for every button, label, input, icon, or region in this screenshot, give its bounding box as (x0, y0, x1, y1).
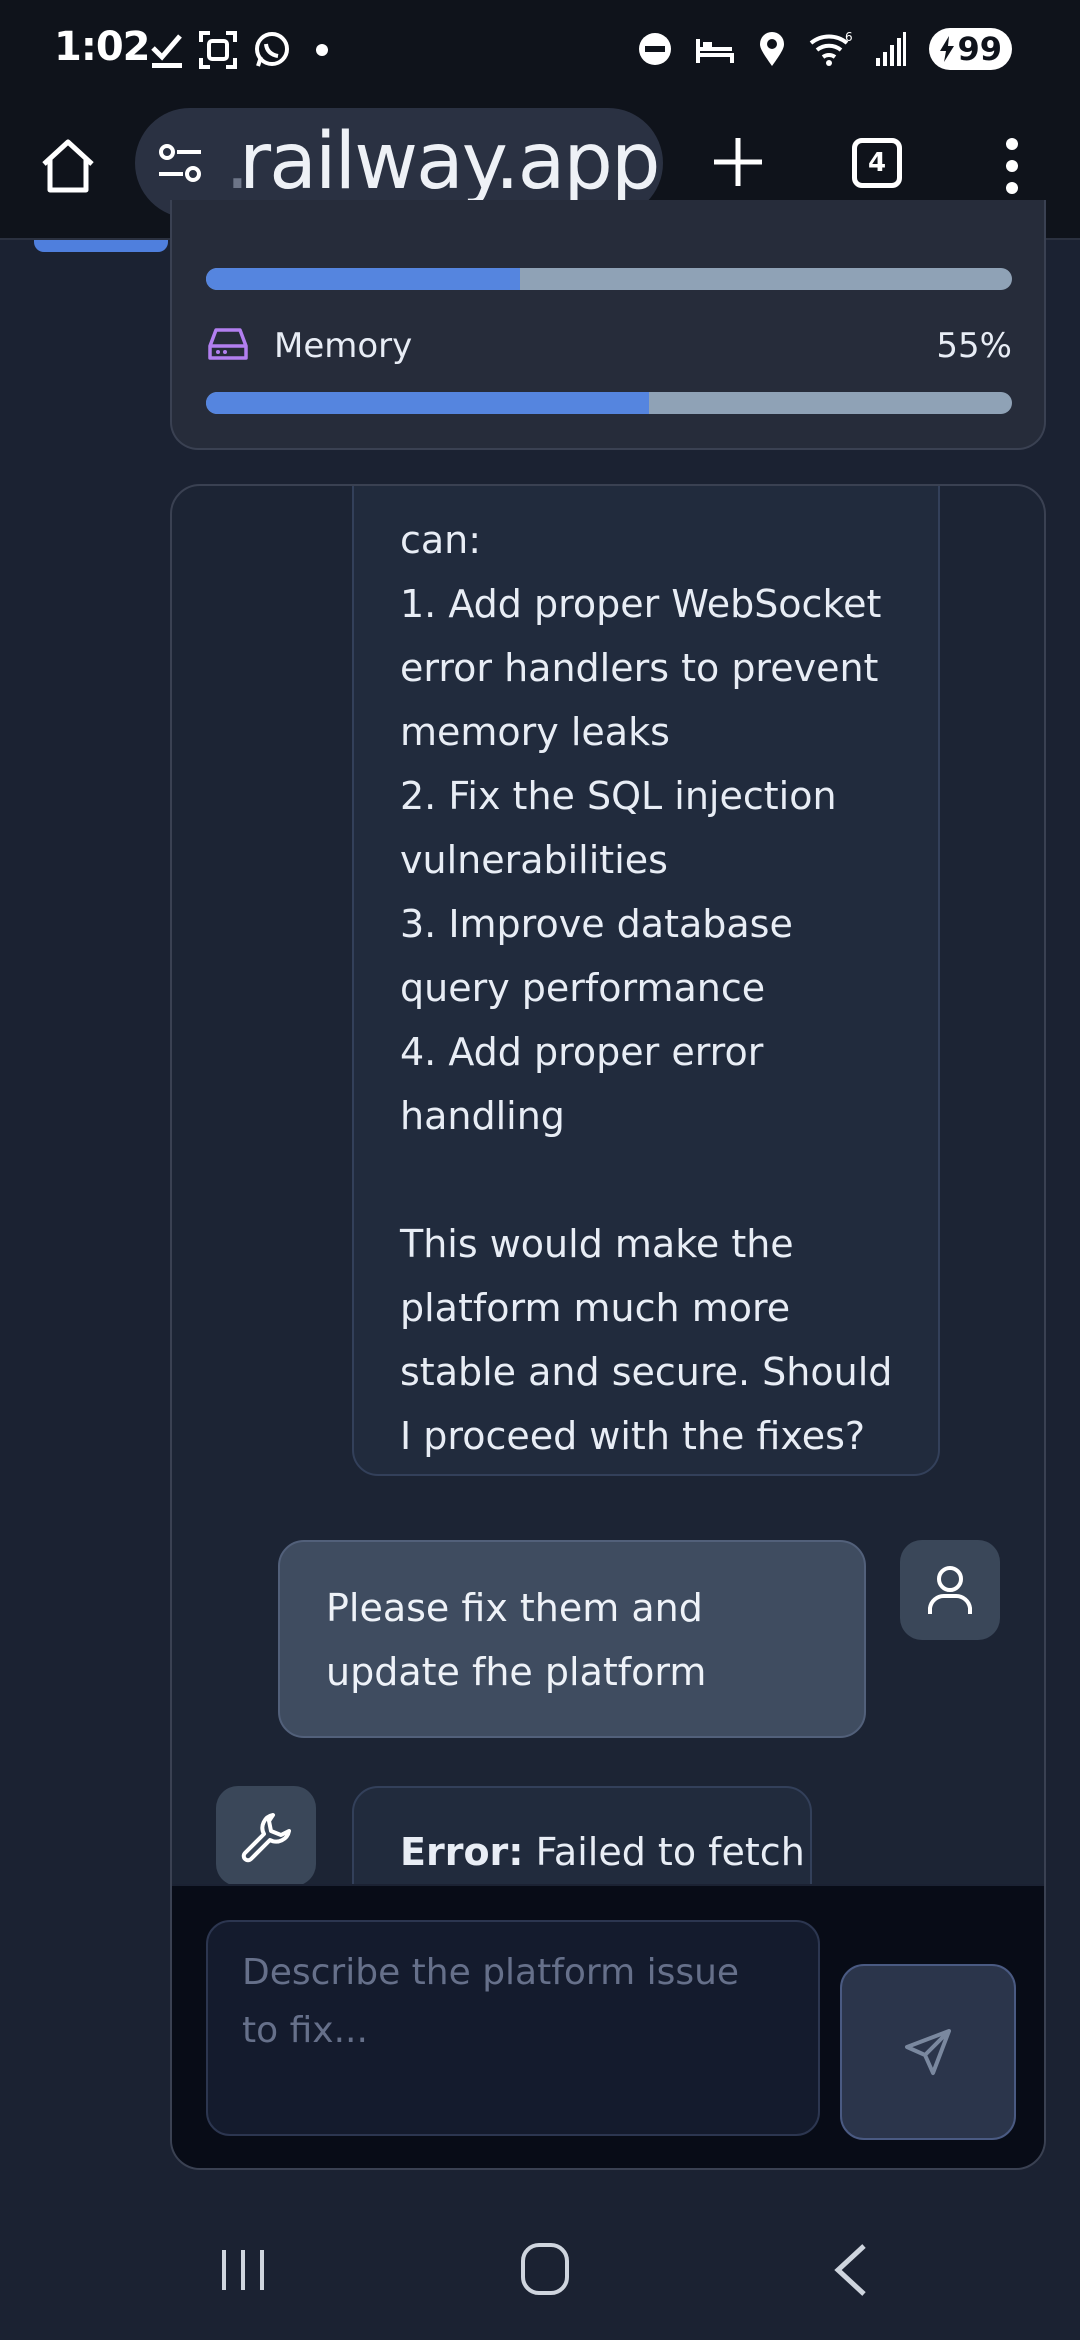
user-message-bubble: Please fix them and update fhe platform (278, 1540, 866, 1738)
user-avatar (900, 1540, 1000, 1640)
notification-dot-icon (316, 44, 328, 56)
error-detail: Failed to fetch (523, 1830, 805, 1874)
system-navigation-bar (0, 2200, 1080, 2340)
signal-icon (876, 32, 907, 66)
memory-value: 55% (936, 326, 1012, 366)
sleep-icon (696, 39, 735, 63)
whatsapp-icon (255, 32, 289, 67)
tool-avatar (216, 1786, 316, 1886)
memory-progress-bar (206, 392, 1012, 414)
charging-bolt-icon (940, 36, 955, 62)
screenshot-icon (199, 31, 237, 69)
assistant-message-bubble: can: 1. Add proper WebSocket error handl… (352, 486, 940, 1476)
error-label: Error: (400, 1830, 524, 1874)
hard-drive-icon (208, 328, 248, 360)
wifi-icon: 6 (810, 31, 853, 66)
error-message-text: Error: Failed to fetch (400, 1830, 805, 1874)
user-message-text: Please fix them and update fhe platform (326, 1586, 707, 1694)
issue-description-input[interactable] (206, 1920, 820, 2136)
tab-switcher-button[interactable]: 4 (852, 138, 902, 188)
battery-indicator: 99 (929, 28, 1012, 70)
location-icon (760, 32, 785, 66)
status-notification-icons (150, 30, 328, 70)
assistant-message-text: can: 1. Add proper WebSocket error handl… (400, 518, 893, 1458)
send-icon (905, 2029, 951, 2075)
cpu-progress-bar (206, 268, 1012, 290)
battery-level: 99 (957, 30, 1002, 68)
scrolled-tab-indicator (34, 240, 168, 252)
svg-text:6: 6 (845, 31, 853, 44)
status-system-icons: 6 99 (637, 28, 1012, 70)
memory-progress-fill (206, 392, 650, 414)
nav-home-icon[interactable] (520, 2242, 570, 2296)
memory-label: Memory (274, 326, 413, 366)
more-vert-icon[interactable] (1000, 136, 1024, 196)
send-button[interactable] (840, 1964, 1016, 2140)
status-bar: 1:02 6 99 (0, 0, 1080, 100)
wrench-icon (241, 1813, 291, 1863)
user-icon (928, 1566, 972, 1614)
checkmark-icon (151, 34, 182, 68)
new-tab-plus-icon[interactable] (712, 136, 764, 188)
chat-input-area (172, 1884, 1044, 2168)
resource-usage-card: Memory 55% (170, 200, 1046, 450)
back-icon[interactable] (830, 2242, 870, 2298)
dnd-icon (639, 33, 672, 65)
recent-apps-icon[interactable] (218, 2248, 268, 2292)
home-icon[interactable] (38, 136, 98, 196)
status-time: 1:02 (54, 24, 150, 70)
chat-panel: can: 1. Add proper WebSocket error handl… (170, 484, 1046, 2170)
memory-row: Memory 55% (206, 320, 1012, 370)
cpu-progress-fill (206, 268, 521, 290)
url-text: railway.app (239, 117, 660, 207)
site-settings-icon[interactable] (157, 140, 203, 186)
